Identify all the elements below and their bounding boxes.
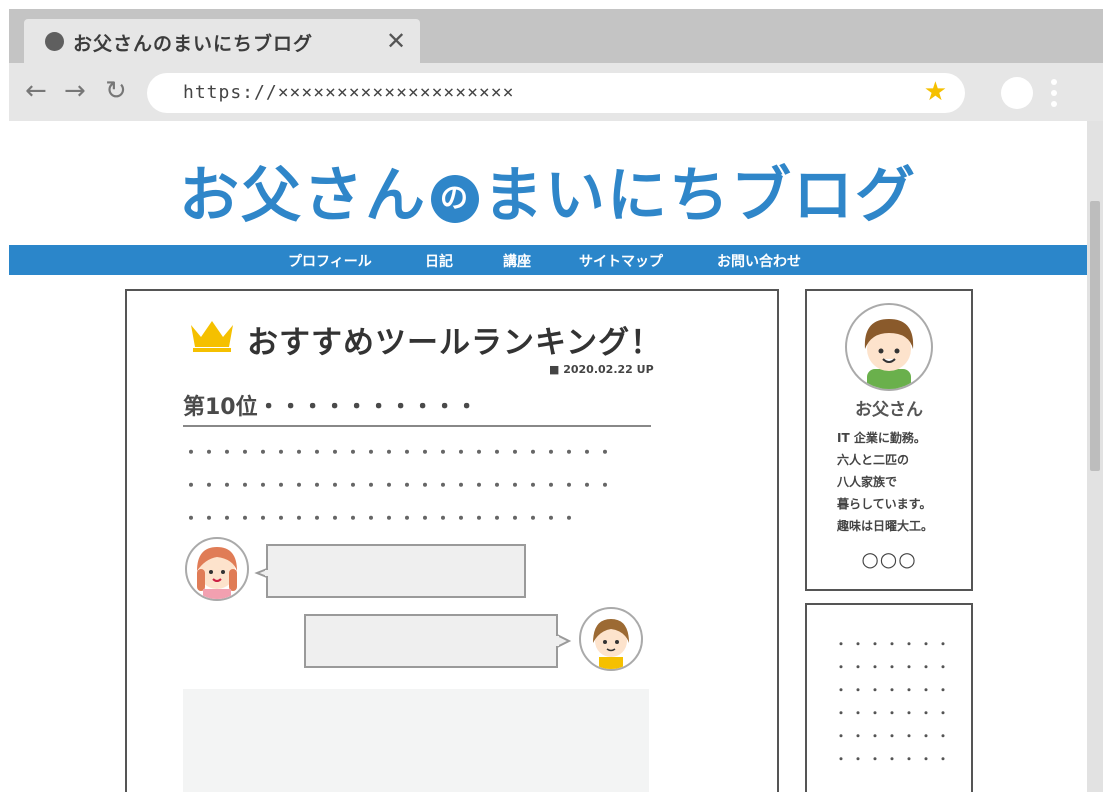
bio-line: 八人家族で bbox=[837, 475, 898, 489]
star-icon[interactable]: ★ bbox=[924, 77, 947, 107]
nav-item-course[interactable]: 講座 bbox=[503, 251, 531, 271]
content-placeholder-block bbox=[183, 689, 649, 792]
father-avatar bbox=[845, 303, 933, 391]
url-text: https://×××××××××××××××××××× bbox=[183, 82, 515, 103]
global-nav: プロフィール 日記 講座 サイトマップ お問い合わせ bbox=[9, 245, 1087, 275]
close-icon[interactable]: ✕ bbox=[386, 27, 406, 55]
nav-item-sitemap[interactable]: サイトマップ bbox=[579, 251, 663, 271]
page-viewport: お父さんのまいにちブログ プロフィール 日記 講座 サイトマップ お問い合わせ … bbox=[9, 121, 1103, 792]
widget-placeholder-row: ・・・・・・・ bbox=[835, 729, 955, 743]
bio-line: 六人と二匹の bbox=[837, 453, 910, 467]
girl-avatar-icon bbox=[197, 547, 237, 599]
profile-widget: お父さん IT 企業に勤務。 六人と二匹の 八人家族で 暮らしています。 趣味は… bbox=[805, 289, 973, 591]
father-avatar-icon bbox=[864, 319, 914, 389]
widget-placeholder-row: ・・・・・・・ bbox=[835, 752, 955, 766]
favicon-icon bbox=[45, 32, 64, 51]
forward-icon[interactable]: → bbox=[64, 76, 86, 106]
address-bar[interactable]: https://×××××××××××××××××××× ★ bbox=[147, 73, 965, 113]
article-box: おすすめツールランキング！ ■ 2020.02.22 UP 第10位・・・・・・… bbox=[125, 289, 779, 792]
nav-item-profile[interactable]: プロフィール bbox=[288, 251, 372, 271]
profile-name: お父さん bbox=[855, 400, 923, 420]
browser-toolbar: ← → ↻ https://×××××××××××××××××××× ★ bbox=[9, 63, 1103, 121]
bio-line: 趣味は日曜大工。 bbox=[837, 519, 934, 533]
reload-icon[interactable]: ↻ bbox=[105, 76, 127, 106]
widget-placeholder-row: ・・・・・・・ bbox=[835, 683, 955, 697]
boy-avatar-icon bbox=[593, 619, 629, 669]
body-placeholder-line: ・・・・・・・・・・・・・・・・・・・・・・ bbox=[183, 509, 580, 528]
girl-avatar bbox=[185, 537, 249, 601]
crown-icon bbox=[191, 321, 233, 352]
sidebar-widget: ・・・・・・・ ・・・・・・・ ・・・・・・・ ・・・・・・・ ・・・・・・・ … bbox=[805, 603, 973, 792]
scrollbar-thumb[interactable] bbox=[1090, 201, 1100, 471]
nav-item-diary[interactable]: 日記 bbox=[425, 251, 453, 271]
speech-bubble-left bbox=[254, 544, 526, 598]
bio-line: IT 企業に勤務。 bbox=[837, 431, 926, 445]
widget-placeholder-row: ・・・・・・・ bbox=[835, 706, 955, 720]
profile-bio: IT 企業に勤務。 六人と二匹の 八人家族で 暮らしています。 趣味は日曜大工。 bbox=[837, 427, 933, 537]
rank-heading: 第10位・・・・・・・・・・ bbox=[183, 395, 478, 420]
social-circles[interactable]: ○○○ bbox=[807, 547, 971, 571]
vertical-scrollbar[interactable] bbox=[1087, 121, 1103, 792]
site-title-part1: お父さん bbox=[179, 161, 427, 231]
back-icon[interactable]: ← bbox=[25, 76, 47, 106]
bio-line: 暮らしています。 bbox=[837, 497, 932, 511]
widget-placeholder-row: ・・・・・・・ bbox=[835, 637, 955, 651]
site-title-no-badge: の bbox=[431, 175, 479, 224]
site-title-part2: まいにちブログ bbox=[483, 161, 917, 231]
body-placeholder-line: ・・・・・・・・・・・・・・・・・・・・・・・・ bbox=[183, 476, 616, 495]
widget-placeholder-row: ・・・・・・・ bbox=[835, 660, 955, 674]
menu-dots-icon[interactable] bbox=[1051, 79, 1057, 112]
speech-bubble-right bbox=[304, 614, 572, 668]
post-title: おすすめツールランキング！ bbox=[247, 325, 663, 361]
nav-item-contact[interactable]: お問い合わせ bbox=[717, 251, 801, 271]
body-placeholder-line: ・・・・・・・・・・・・・・・・・・・・・・・・ bbox=[183, 443, 616, 462]
profile-avatar-button[interactable] bbox=[1001, 77, 1033, 109]
site-title[interactable]: お父さんのまいにちブログ bbox=[9, 147, 1087, 234]
post-date: ■ 2020.02.22 UP bbox=[549, 363, 654, 376]
boy-avatar bbox=[579, 607, 643, 671]
browser-tab[interactable]: お父さんのまいにちブログ ✕ bbox=[24, 19, 420, 65]
tab-title: お父さんのまいにちブログ bbox=[73, 33, 314, 55]
heading-divider bbox=[183, 425, 651, 427]
